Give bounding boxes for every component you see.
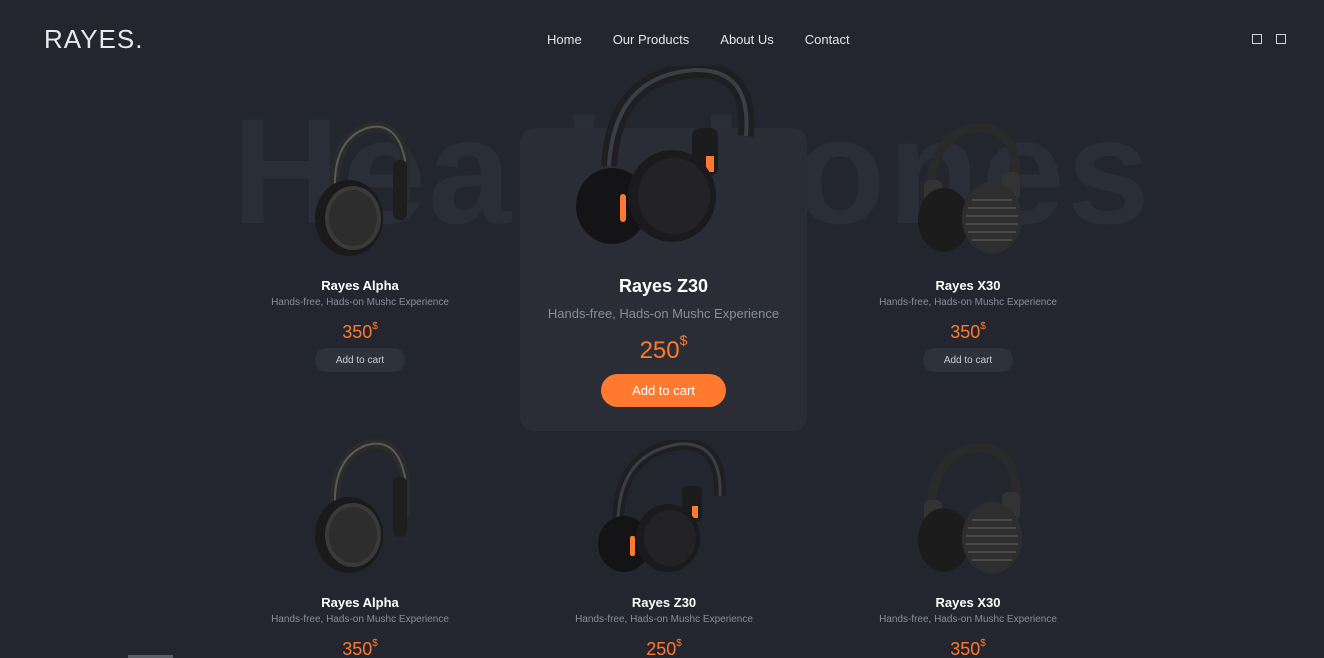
nav-home[interactable]: Home: [547, 32, 582, 47]
nav-contact[interactable]: Contact: [805, 32, 850, 47]
product-card: Rayes Alpha Hands-free, Hads-on Mushc Ex…: [230, 115, 490, 380]
nav-about-us[interactable]: About Us: [720, 32, 773, 47]
main-nav: Home Our Products About Us Contact: [547, 32, 850, 47]
product-name: Rayes Z30: [618, 276, 709, 296]
cart-icon[interactable]: [1252, 34, 1262, 44]
headphone-image: [918, 443, 1022, 574]
product-price: 350$: [342, 321, 378, 342]
product-card: Rayes X30 Hands-free, Hads-on Mushc Expe…: [838, 115, 1098, 380]
product-description: Hands-free, Hads-on Mushc Experience: [879, 297, 1057, 308]
add-to-cart-button[interactable]: Add to cart: [923, 348, 1013, 372]
add-to-cart-button[interactable]: Add to cart: [315, 348, 405, 372]
add-to-cart-button[interactable]: Add to cart: [601, 374, 726, 407]
header-icons: [1252, 34, 1286, 44]
headphone-image: [598, 440, 727, 572]
product-description: Hands-free, Hads-on Mushc Experience: [547, 306, 780, 321]
product-name: Rayes X30: [935, 278, 1001, 293]
product-description: Hands-free, Hads-on Mushc Experience: [879, 614, 1057, 625]
headphone-image: [918, 123, 1022, 254]
product-price: 350$: [342, 638, 378, 658]
product-card: Rayes Alpha Hands-free, Hads-on Mushc Ex…: [230, 432, 490, 658]
user-icon[interactable]: [1276, 34, 1286, 44]
product-price: 350$: [950, 638, 986, 658]
product-price: 350$: [950, 321, 986, 342]
product-description: Hands-free, Hads-on Mushc Experience: [271, 297, 449, 308]
product-price: 250$: [646, 638, 682, 658]
product-card: Rayes Z30 Hands-free, Hads-on Mushc Expe…: [534, 432, 794, 658]
product-description: Hands-free, Hads-on Mushc Experience: [575, 614, 753, 625]
product-price: 250$: [639, 332, 688, 364]
product-name: Rayes Alpha: [321, 278, 399, 293]
featured-headphone-image: [576, 66, 755, 244]
headphone-image: [315, 438, 410, 573]
product-name: Rayes Z30: [631, 595, 697, 610]
product-name: Rayes Alpha: [321, 595, 399, 610]
product-description: Hands-free, Hads-on Mushc Experience: [271, 614, 449, 625]
product-card: Rayes X30 Hands-free, Hads-on Mushc Expe…: [838, 432, 1098, 658]
nav-our-products[interactable]: Our Products: [613, 32, 690, 47]
product-name: Rayes X30: [935, 595, 1001, 610]
brand-logo[interactable]: RAYES.: [44, 24, 143, 55]
headphone-image: [315, 121, 410, 256]
